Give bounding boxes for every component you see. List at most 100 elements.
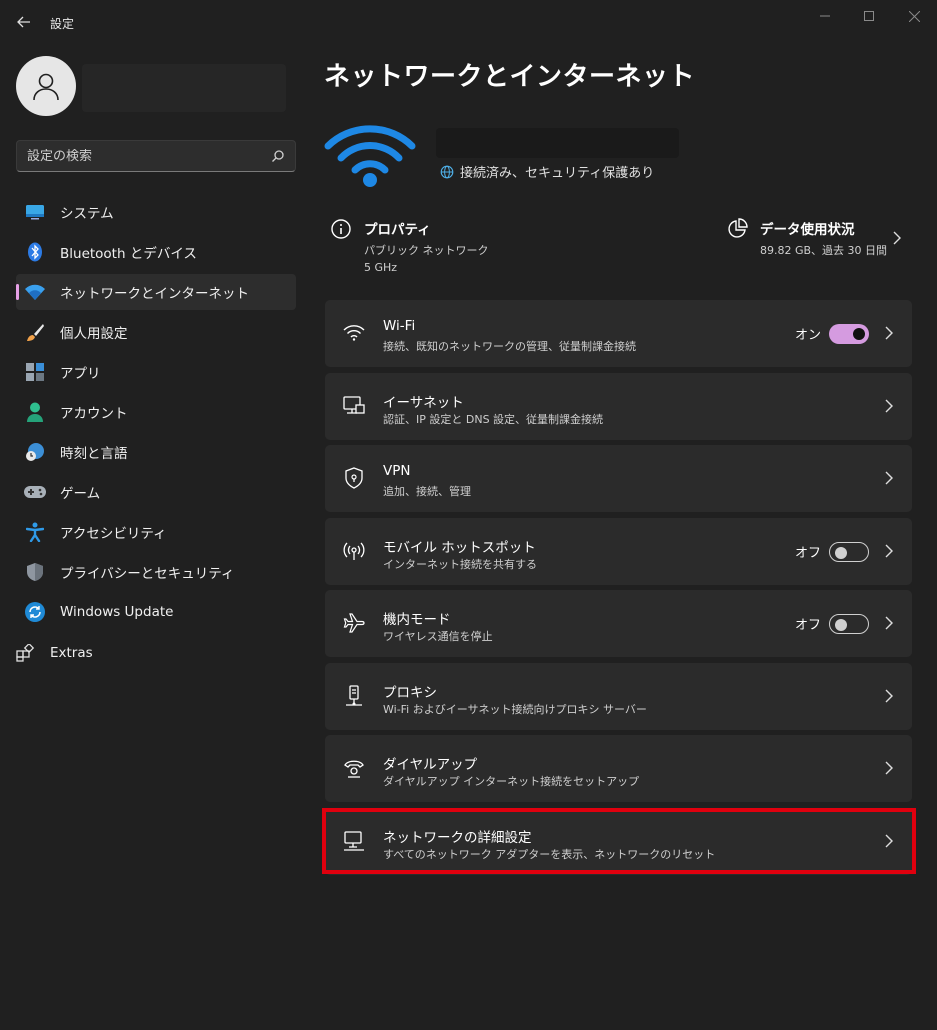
bluetooth-icon: [24, 241, 46, 263]
card-title: 機内モード: [383, 612, 451, 628]
sidebar-item-label: 個人用設定: [60, 326, 128, 342]
chevron-right-icon: [885, 761, 893, 775]
card-wifi[interactable]: Wi-Fi 接続、既知のネットワークの管理、従量制課金接続 オン: [325, 300, 912, 367]
sidebar-item-label: プライバシーとセキュリティ: [60, 566, 235, 582]
person-icon: [33, 73, 59, 101]
data-usage-amount: 89.82 GB、過去 30 日間: [760, 244, 888, 257]
wifi-toggle[interactable]: [829, 324, 869, 344]
sidebar-item-label: 時刻と言語: [60, 446, 128, 462]
search-input[interactable]: [27, 148, 257, 164]
update-icon: [24, 601, 46, 623]
card-proxy[interactable]: プロキシ Wi-Fi およびイーサネット接続向けプロキシ サーバー: [325, 663, 912, 730]
sidebar-item-apps[interactable]: アプリ: [16, 354, 296, 390]
sidebar-item-time-language[interactable]: 時刻と言語: [16, 434, 296, 470]
sidebar-item-gaming[interactable]: ゲーム: [16, 474, 296, 510]
sidebar-item-windows-update[interactable]: Windows Update: [16, 594, 296, 630]
sidebar-item-personalization[interactable]: 個人用設定: [16, 314, 296, 350]
title-bar: 設定: [0, 0, 937, 44]
sidebar-item-label: Windows Update: [60, 604, 174, 620]
toggle-state-label: オン: [795, 328, 822, 343]
card-title: イーサネット: [383, 395, 464, 411]
chevron-right-icon: [885, 689, 893, 703]
account-icon: [24, 401, 46, 423]
highlight-annotation: [322, 808, 916, 874]
card-title: プロキシ: [383, 685, 437, 701]
paintbrush-icon: [24, 321, 46, 343]
card-mobile-hotspot[interactable]: モバイル ホットスポット インターネット接続を共有する オフ: [325, 518, 912, 585]
chevron-right-icon: [885, 544, 893, 558]
card-subtitle: ダイヤルアップ インターネット接続をセットアップ: [383, 775, 640, 788]
card-title: ダイヤルアップ: [383, 757, 478, 773]
gamepad-icon: [24, 481, 46, 503]
back-arrow-icon[interactable]: [12, 10, 36, 34]
search-box[interactable]: [16, 140, 296, 172]
accessibility-icon: [24, 521, 46, 543]
toggle-state-label: オフ: [795, 546, 822, 561]
hotspot-toggle[interactable]: [829, 542, 869, 562]
card-title: VPN: [383, 463, 411, 479]
card-title: Wi-Fi: [383, 318, 416, 334]
proxy-server-icon: [343, 685, 365, 707]
card-title: モバイル ホットスポット: [383, 540, 536, 556]
card-subtitle: Wi-Fi およびイーサネット接続向けプロキシ サーバー: [383, 703, 647, 716]
maximize-icon[interactable]: [846, 4, 892, 28]
globe-icon: [440, 165, 454, 178]
card-vpn[interactable]: VPN 追加、接続、管理: [325, 445, 912, 512]
chevron-right-icon[interactable]: [892, 230, 902, 246]
airplane-icon: [343, 612, 365, 634]
sidebar-item-label: アプリ: [60, 366, 101, 382]
app-title: 設定: [50, 17, 75, 31]
sidebar-item-accounts[interactable]: アカウント: [16, 394, 296, 430]
card-subtitle: 追加、接続、管理: [383, 485, 471, 498]
wifi-icon: [24, 281, 46, 303]
avatar[interactable]: [16, 56, 76, 116]
airplane-mode-toggle[interactable]: [829, 614, 869, 634]
sidebar-item-label: ネットワークとインターネット: [60, 286, 249, 302]
chevron-right-icon: [885, 471, 893, 485]
network-name-redacted: [436, 128, 679, 158]
sidebar-nav: システム Bluetooth とデバイス ネットワークとインターネット 個人用設…: [16, 194, 296, 634]
card-subtitle: インターネット接続を共有する: [383, 558, 537, 571]
sidebar-item-accessibility[interactable]: アクセシビリティ: [16, 514, 296, 550]
network-band: 5 GHz: [364, 261, 398, 274]
card-subtitle: 認証、IP 設定と DNS 設定、従量制課金接続: [383, 413, 604, 426]
dial-up-icon: [343, 757, 365, 779]
sidebar-item-extras[interactable]: Extras: [14, 642, 93, 664]
connection-status: 接続済み、セキュリティ保護あり: [440, 162, 654, 181]
globe-clock-icon: [24, 441, 46, 463]
card-airplane-mode[interactable]: 機内モード ワイヤレス通信を停止 オフ: [325, 590, 912, 657]
sidebar-item-label: システム: [60, 206, 114, 222]
sidebar-item-system[interactable]: システム: [16, 194, 296, 230]
chevron-right-icon: [885, 616, 893, 630]
properties-link[interactable]: プロパティ パブリック ネットワーク 5 GHz: [330, 218, 489, 276]
data-usage-link[interactable]: データ使用状況 89.82 GB、過去 30 日間: [726, 218, 887, 259]
shield-icon: [24, 561, 46, 583]
wifi-icon: [343, 322, 365, 344]
properties-title: プロパティ: [364, 222, 431, 238]
info-icon: [331, 219, 351, 239]
vpn-shield-icon: [343, 467, 365, 489]
sidebar-item-network[interactable]: ネットワークとインターネット: [16, 274, 296, 310]
apps-icon: [24, 361, 46, 383]
chevron-right-icon: [885, 399, 893, 413]
profile-name-redacted: [82, 64, 286, 112]
sidebar-item-label: アカウント: [60, 406, 128, 422]
hotspot-icon: [343, 540, 365, 562]
page-title: ネットワークとインターネット: [324, 62, 696, 92]
ethernet-icon: [343, 395, 365, 417]
card-ethernet[interactable]: イーサネット 認証、IP 設定と DNS 設定、従量制課金接続: [325, 373, 912, 440]
card-subtitle: ワイヤレス通信を停止: [383, 630, 493, 643]
extras-icon: [14, 642, 36, 664]
monitor-icon: [24, 201, 46, 223]
minimize-icon[interactable]: [802, 4, 848, 28]
card-dial-up[interactable]: ダイヤルアップ ダイヤルアップ インターネット接続をセットアップ: [325, 735, 912, 802]
sidebar-item-label: ゲーム: [60, 486, 101, 502]
card-subtitle: 接続、既知のネットワークの管理、従量制課金接続: [383, 340, 636, 353]
search-icon[interactable]: [271, 149, 285, 163]
sidebar-item-privacy[interactable]: プライバシーとセキュリティ: [16, 554, 296, 590]
toggle-state-label: オフ: [795, 618, 822, 633]
close-icon[interactable]: [891, 4, 937, 28]
sidebar-item-label: アクセシビリティ: [60, 526, 167, 542]
wifi-large-icon: [324, 125, 416, 187]
sidebar-item-bluetooth[interactable]: Bluetooth とデバイス: [16, 234, 296, 270]
